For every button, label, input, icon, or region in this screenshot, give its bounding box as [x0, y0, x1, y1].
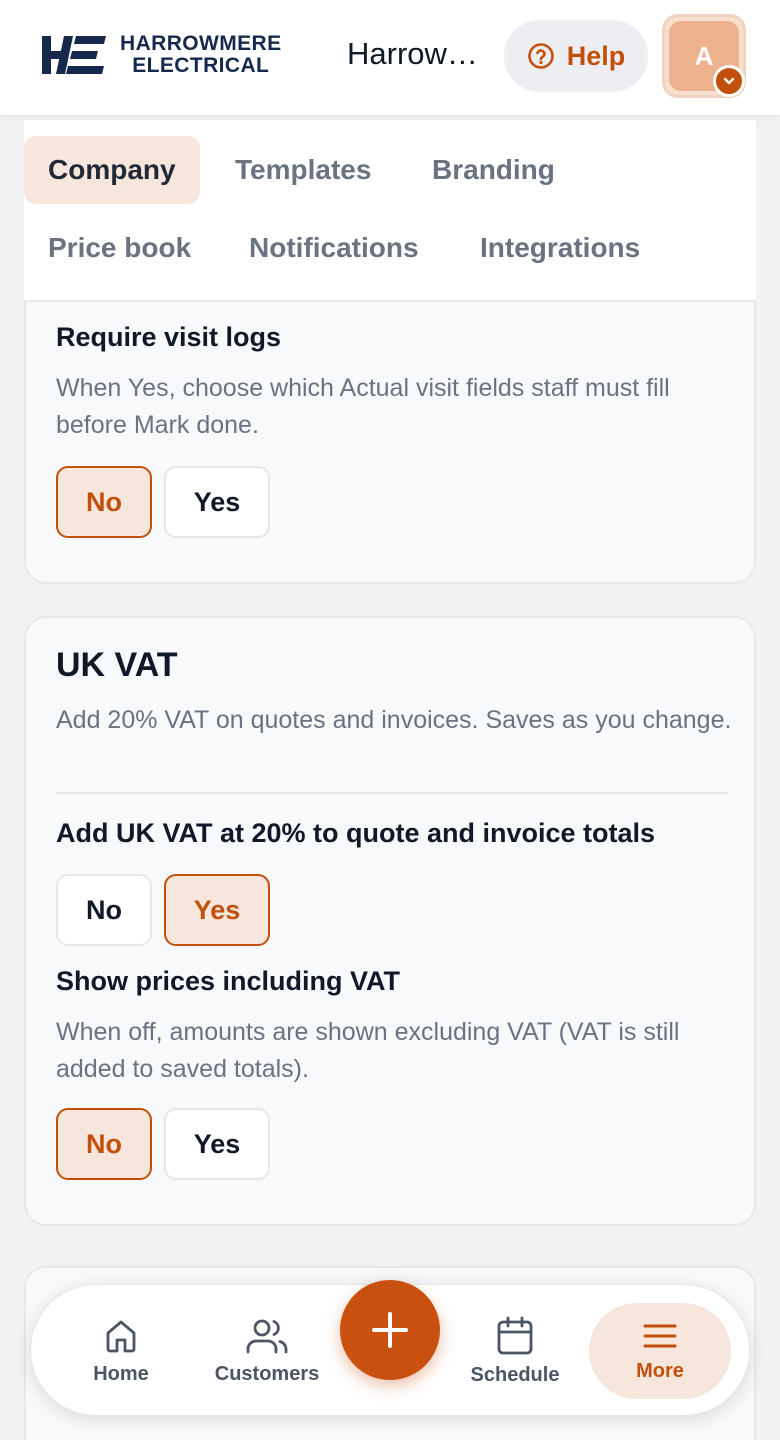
visit-logs-card: Require visit logs When Yes, choose whic… — [24, 302, 756, 584]
calendar-icon — [497, 1316, 533, 1354]
uk-vat-card: UK VAT Add 20% VAT on quotes and invoice… — [24, 616, 756, 1226]
nav-home-label: Home — [93, 1362, 149, 1385]
show-inc-vat-yes-button[interactable]: Yes — [164, 1108, 270, 1180]
show-inc-vat-label: Show prices including VAT — [56, 966, 401, 996]
tab-notifications[interactable]: Notifications — [249, 214, 419, 282]
visit-logs-label: Require visit logs — [56, 322, 282, 352]
user-avatar-button[interactable]: A — [662, 14, 746, 98]
tab-templates[interactable]: Templates — [235, 136, 371, 204]
nav-more[interactable]: More — [589, 1303, 731, 1399]
tab-price-book[interactable]: Price book — [48, 214, 191, 282]
tab-company[interactable]: Company — [24, 136, 200, 204]
logo-line-2: ELECTRICAL — [132, 54, 270, 77]
visit-logs-no-button[interactable]: No — [56, 466, 152, 538]
settings-tabs: Company Templates Branding Price book No… — [24, 120, 756, 302]
nav-customers[interactable]: Customers — [207, 1285, 327, 1417]
menu-icon — [643, 1324, 677, 1347]
show-inc-vat-no-button[interactable]: No — [56, 1108, 152, 1180]
visit-logs-description: When Yes, choose which Actual visit fiel… — [56, 374, 670, 439]
company-logo[interactable]: HARROWMERE ELECTRICAL — [40, 30, 282, 80]
visit-logs-yes-button[interactable]: Yes — [164, 466, 270, 538]
plus-icon — [372, 1312, 408, 1348]
help-label: Help — [566, 40, 626, 71]
nav-customers-label: Customers — [214, 1362, 320, 1385]
users-icon — [246, 1319, 288, 1353]
add-vat-no-button[interactable]: No — [56, 874, 152, 946]
uk-vat-title: UK VAT — [56, 646, 178, 684]
tab-branding[interactable]: Branding — [432, 136, 555, 204]
chevron-down-icon — [713, 65, 745, 97]
nav-schedule[interactable]: Schedule — [461, 1285, 569, 1417]
logo-line-1: HARROWMERE — [120, 32, 282, 55]
app-header: HARROWMERE ELECTRICAL Harrowmere Electri… — [0, 0, 780, 116]
help-button[interactable]: Help — [504, 20, 648, 92]
company-name: Harrowmere Electrical — [347, 36, 487, 71]
tab-integrations[interactable]: Integrations — [480, 214, 640, 282]
uk-vat-description: Add 20% VAT on quotes and invoices. Save… — [56, 706, 732, 734]
logo-wordmark: HARROWMERE ELECTRICAL — [120, 33, 282, 77]
add-vat-label: Add UK VAT at 20% to quote and invoice t… — [56, 818, 656, 848]
add-vat-yes-button[interactable]: Yes — [164, 874, 270, 946]
logo-mark-icon — [42, 36, 106, 74]
show-inc-vat-description: When off, amounts are shown excluding VA… — [56, 1018, 680, 1083]
home-icon — [106, 1320, 136, 1352]
nav-schedule-label: Schedule — [470, 1363, 560, 1386]
add-button[interactable] — [340, 1280, 440, 1380]
nav-home[interactable]: Home — [71, 1285, 171, 1417]
help-circle-icon — [527, 43, 554, 69]
section-divider — [56, 792, 728, 794]
nav-more-label: More — [636, 1359, 684, 1382]
